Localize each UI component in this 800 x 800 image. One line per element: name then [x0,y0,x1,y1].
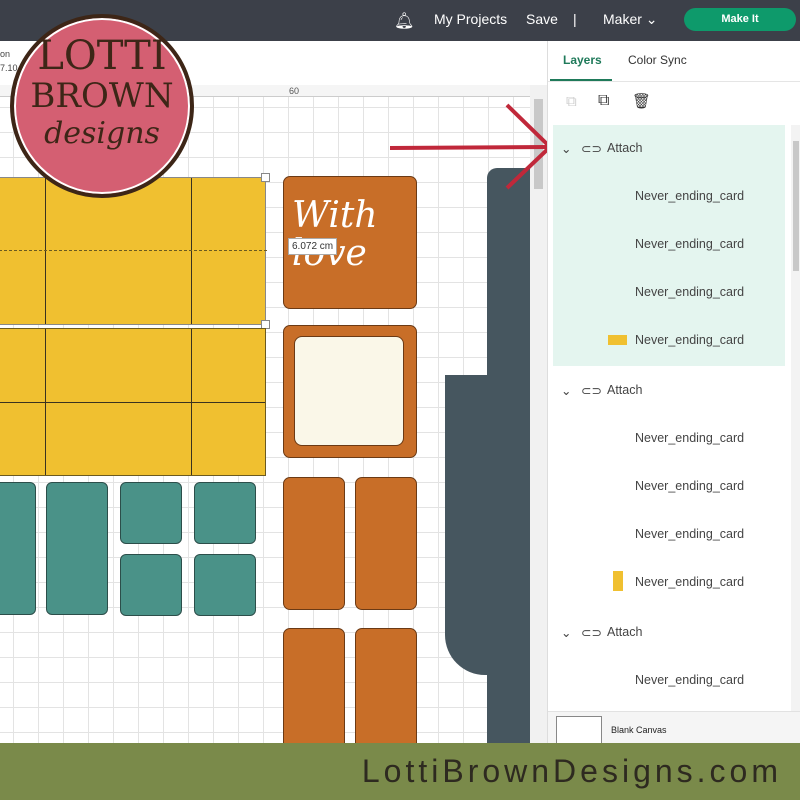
orange-strip[interactable] [355,477,417,610]
layer-item[interactable]: Never_ending_card [553,511,785,559]
frame-card[interactable] [283,325,417,458]
orange-strip[interactable] [355,628,417,743]
machine-label: Maker [603,11,642,27]
layer-label: Never_ending_card [635,431,745,445]
bell-icon[interactable]: 🔔︎ [394,11,414,31]
teal-heart-tile[interactable] [194,482,256,544]
attach-group-header[interactable]: ⌄ ⊂⊃ Attach [553,367,785,415]
delete-icon[interactable]: 🗑︎ [632,92,651,110]
website-banner: LottiBrownDesigns.com [0,743,800,800]
size-label: on [0,49,11,59]
make-it-button[interactable]: Make It [684,8,796,31]
layer-item[interactable]: Never_ending_card [553,173,785,221]
canvas-thumbnail[interactable] [556,716,602,746]
layer-list: ⌄ ⊂⊃ Attach Never_ending_card Never_ending… [548,125,791,711]
red-arrow-annotation [389,103,553,190]
tab-color-sync[interactable]: Color Sync [628,53,687,67]
layer-label: Never_ending_card [635,333,745,347]
layer-swatch [608,335,627,345]
layer-label: Never_ending_card [635,673,745,687]
layer-item[interactable]: Never_ending_card [553,269,785,317]
selected-yellow-card[interactable] [0,173,270,329]
card-text: With love [292,195,378,273]
layers-scrollbar[interactable] [791,125,800,711]
chevron-down-icon: ⌄ [645,11,658,27]
separator: | [573,11,577,27]
attach-group-header[interactable]: ⌄ ⊂⊃ Attach [553,125,785,173]
layer-label: Never_ending_card [635,285,745,299]
group-label: Attach [607,625,643,639]
layer-item[interactable]: Never_ending_card [553,463,785,511]
layer-swatch [613,571,623,591]
paperclip-icon: ⊂⊃ [581,626,602,640]
paperclip-icon: ⊂⊃ [581,142,602,156]
chevron-down-icon[interactable]: ⌄ [561,383,571,398]
layer-label: Never_ending_card [635,527,745,541]
layer-item[interactable]: Never_ending_card [553,657,785,705]
layer-item[interactable]: Never_ending_card [553,221,785,269]
paperclip-icon: ⊂⊃ [581,384,602,398]
layer-item[interactable]: Never_ending_card [553,317,785,365]
blank-canvas-label: Blank Canvas [611,725,667,735]
group-label: Attach [607,383,643,397]
blank-canvas-row[interactable]: Blank Canvas [548,711,800,746]
teal-heart-tile[interactable] [120,482,182,544]
machine-select[interactable]: Maker ⌄ [603,11,658,28]
layer-label: Never_ending_card [635,479,745,493]
tab-layers[interactable]: Layers [563,53,602,67]
layers-panel: Layers Color Sync ⧉ ⧉ 🗑︎ ⌄ ⊂⊃ Attach Never… [547,41,800,746]
duplicate-icon[interactable]: ⧉ [598,92,609,110]
layer-label: Never_ending_card [635,189,745,203]
slate-card-flap[interactable] [445,375,495,675]
chevron-down-icon[interactable]: ⌄ [561,625,571,640]
layer-label: Never_ending_card [635,237,745,251]
orange-strip[interactable] [283,477,345,610]
teal-strip[interactable] [46,482,108,615]
ungroup-icon[interactable]: ⧉ [566,93,577,110]
layer-item[interactable]: Never_ending_card [553,415,785,463]
my-projects-link[interactable]: My Projects [434,11,507,27]
save-button[interactable]: Save [526,11,558,27]
logo-line-1: LOTTI [37,33,167,79]
teal-strip[interactable] [0,482,36,615]
attach-group-header[interactable]: ⌄ ⊂⊃ Attach [553,609,785,657]
layer-label: Never_ending_card [635,575,745,589]
orange-strip[interactable] [283,628,345,743]
yellow-card-panel[interactable] [0,328,266,476]
chevron-down-icon[interactable]: ⌄ [561,141,571,156]
layer-item[interactable]: Never_ending_card [553,559,785,607]
dimension-tooltip: 6.072 cm [288,238,338,255]
group-label: Attach [607,141,643,155]
ruler-label: 60 [289,86,300,96]
logo-line-3: designs [44,116,160,151]
teal-heart-tile[interactable] [194,554,256,616]
teal-heart-tile[interactable] [120,554,182,616]
lotti-brown-logo: LOTTI BROWN designs [10,14,194,198]
logo-line-2: BROWN [30,76,174,116]
